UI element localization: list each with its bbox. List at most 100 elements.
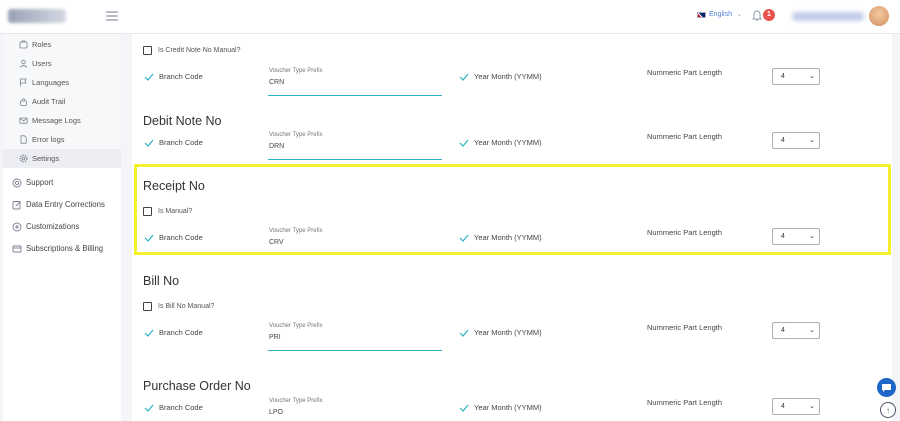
select-value: 4 — [781, 137, 785, 144]
chevron-down-icon: ⌄ — [736, 12, 742, 18]
receipt-length-select[interactable]: 4 ⌄ — [772, 228, 820, 245]
credit-year-month: Year Month (YYMM) — [459, 72, 542, 81]
chevron-down-icon: ⌄ — [809, 137, 815, 144]
select-value: 4 — [781, 233, 785, 240]
year-month-label: Year Month (YYMM) — [474, 72, 542, 81]
sidebar-item-error-logs[interactable]: Error logs — [3, 130, 121, 149]
check-icon — [144, 139, 154, 147]
numeric-part-length-label: Nummeric Part Length — [647, 323, 723, 332]
voucher-prefix-value[interactable]: LPO — [269, 409, 442, 416]
sidebar-item-label: Roles — [32, 40, 52, 49]
chevron-down-icon: ⌄ — [809, 403, 815, 410]
bill-manual-checkbox[interactable] — [143, 302, 152, 311]
bill-length-select[interactable]: 4 ⌄ — [772, 322, 820, 339]
sidebar-item-customizations[interactable]: Customizations — [3, 217, 121, 236]
debit-length-select[interactable]: 4 ⌄ — [772, 132, 820, 149]
receipt-manual-row[interactable]: Is Manual? — [143, 207, 192, 216]
sidebar-item-label: Error logs — [32, 135, 65, 144]
numeric-part-length-label: Nummeric Part Length — [647, 68, 723, 77]
mail-icon — [18, 116, 28, 126]
users-icon — [18, 59, 28, 69]
field-underline — [268, 95, 442, 96]
field-label: Voucher Type Prefix — [269, 323, 323, 329]
flag-icon — [18, 78, 28, 88]
credit-note-manual-row[interactable]: Is Credit Note No Manual? — [143, 46, 240, 55]
select-value: 4 — [781, 403, 785, 410]
debit-note-title: Debit Note No — [143, 114, 222, 128]
checkbox-label: Is Bill No Manual? — [158, 303, 215, 310]
credit-voucher-prefix-field[interactable]: Voucher Type Prefix CRN — [268, 68, 442, 96]
branch-code-label: Branch Code — [159, 138, 203, 147]
check-icon — [144, 73, 154, 81]
sidebar-item-users[interactable]: Users — [3, 54, 121, 73]
check-icon — [459, 404, 469, 412]
support-icon — [12, 178, 22, 188]
hamburger-menu-icon[interactable] — [106, 11, 118, 21]
roles-icon — [18, 40, 28, 50]
sidebar-item-languages[interactable]: Languages — [3, 73, 121, 92]
select-value: 4 — [781, 327, 785, 334]
uk-flag-icon — [697, 11, 706, 18]
receipt-branch-code: Branch Code — [144, 233, 203, 242]
voucher-prefix-value[interactable]: DRN — [269, 143, 442, 150]
sidebar-item-label: Languages — [32, 78, 70, 87]
sidebar-item-label: Users — [32, 59, 52, 68]
voucher-prefix-value[interactable]: CRV — [269, 239, 442, 246]
top-bar: English ⌄ 1 — [0, 0, 900, 34]
po-voucher-prefix-field[interactable]: Voucher Type Prefix LPO — [268, 398, 442, 421]
chat-button[interactable] — [877, 378, 896, 397]
sidebar-item-support[interactable]: Support — [3, 173, 121, 192]
sidebar-item-message-logs[interactable]: Message Logs — [3, 111, 121, 130]
year-month-label: Year Month (YYMM) — [474, 328, 542, 337]
field-underline — [268, 159, 442, 160]
avatar[interactable] — [869, 6, 889, 26]
sidebar-item-label: Audit Trail — [32, 97, 66, 106]
branch-code-label: Branch Code — [159, 72, 203, 81]
voucher-prefix-value[interactable]: CRN — [269, 79, 442, 86]
po-length-select[interactable]: 4 ⌄ — [772, 398, 820, 415]
debit-voucher-prefix-field[interactable]: Voucher Type Prefix DRN — [268, 132, 442, 160]
bell-icon[interactable] — [752, 10, 762, 22]
year-month-label: Year Month (YYMM) — [474, 138, 542, 147]
purchase-order-title: Purchase Order No — [143, 379, 251, 393]
branch-code-label: Branch Code — [159, 403, 203, 412]
document-icon — [18, 135, 28, 145]
sidebar-item-label: Message Logs — [32, 116, 81, 125]
receipt-voucher-prefix-field[interactable]: Voucher Type Prefix CRV — [268, 228, 442, 252]
numeric-part-length-label: Nummeric Part Length — [647, 398, 723, 407]
sidebar-item-data-entry-corrections[interactable]: Data Entry Corrections — [3, 195, 121, 214]
debit-year-month: Year Month (YYMM) — [459, 138, 542, 147]
sidebar-item-audit-trail[interactable]: Audit Trail — [3, 92, 121, 111]
user-name[interactable] — [792, 12, 864, 21]
year-month-label: Year Month (YYMM) — [474, 233, 542, 242]
bill-voucher-prefix-field[interactable]: Voucher Type Prefix PRI — [268, 323, 442, 351]
credit-branch-code: Branch Code — [144, 72, 203, 81]
billing-icon — [12, 244, 22, 254]
branch-code-label: Branch Code — [159, 233, 203, 242]
sidebar-item-label: Support — [26, 178, 54, 187]
bill-manual-row[interactable]: Is Bill No Manual? — [143, 302, 214, 311]
check-icon — [459, 73, 469, 81]
check-icon — [144, 234, 154, 242]
chevron-down-icon: ⌄ — [809, 73, 815, 80]
bill-no-title: Bill No — [143, 274, 180, 288]
po-year-month: Year Month (YYMM) — [459, 403, 542, 412]
language-selector[interactable]: English ⌄ — [697, 11, 742, 18]
notification-badge[interactable]: 1 — [763, 9, 775, 21]
app-logo[interactable] — [8, 9, 66, 23]
credit-note-manual-checkbox[interactable] — [143, 46, 152, 55]
field-label: Voucher Type Prefix — [269, 68, 323, 74]
plus-circle-icon — [12, 222, 22, 232]
check-icon — [144, 329, 154, 337]
voucher-prefix-value[interactable]: PRI — [269, 334, 442, 341]
sidebar-item-subscriptions-billing[interactable]: Subscriptions & Billing — [3, 239, 121, 258]
sidebar-item-label: Data Entry Corrections — [26, 200, 105, 209]
chevron-down-icon: ⌄ — [809, 233, 815, 240]
scroll-to-top-button[interactable]: ↑ — [880, 402, 896, 418]
receipt-manual-checkbox[interactable] — [143, 207, 152, 216]
receipt-year-month: Year Month (YYMM) — [459, 233, 542, 242]
credit-length-select[interactable]: 4 ⌄ — [772, 68, 820, 85]
sidebar-item-roles[interactable]: Roles — [3, 35, 121, 54]
checkbox-label: Is Manual? — [158, 208, 193, 215]
sidebar-item-settings[interactable]: Settings — [3, 149, 121, 168]
